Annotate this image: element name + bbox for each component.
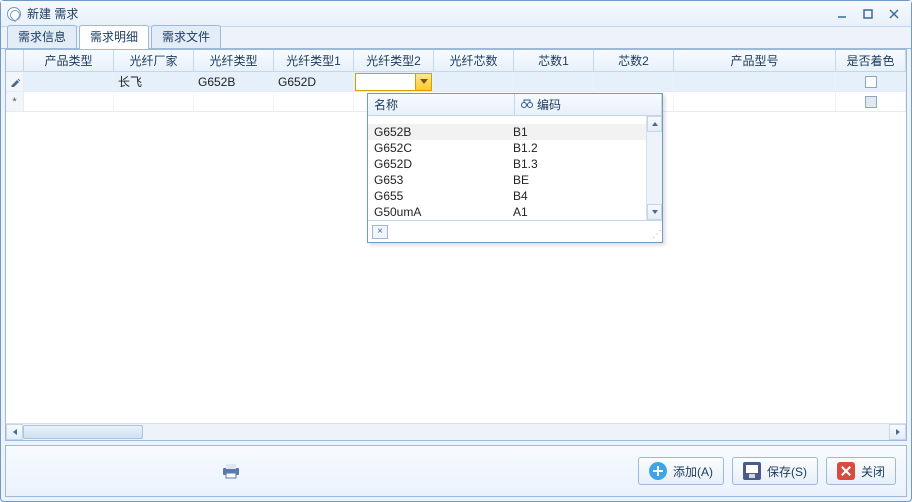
option-code: B1.2 — [507, 140, 646, 156]
close-icon — [837, 462, 855, 480]
grid-header: 产品类型 光纤厂家 光纤类型 光纤类型1 光纤类型2 光纤芯数 芯数1 芯数2 … — [6, 50, 906, 72]
option-name: G655 — [368, 188, 507, 204]
save-icon — [743, 462, 761, 480]
cell-fiber-type1[interactable] — [274, 92, 354, 111]
col-header-model[interactable]: 产品型号 — [674, 50, 836, 71]
row-indicator-new-icon: * — [6, 92, 24, 111]
option-name: G652C — [368, 140, 507, 156]
dropdown-option[interactable]: G652CB1.2 — [368, 140, 646, 156]
tab-strip: 需求信息 需求明细 需求文件 — [1, 27, 911, 49]
dropdown-close-button[interactable]: × — [372, 225, 388, 239]
grid-panel: 产品类型 光纤厂家 光纤类型 光纤类型1 光纤类型2 光纤芯数 芯数1 芯数2 … — [5, 49, 907, 441]
cell-fiber-cores[interactable] — [434, 72, 514, 91]
option-name: G652D — [368, 156, 507, 172]
cell-fiber-maker[interactable] — [114, 92, 194, 111]
col-header-fiber-maker[interactable]: 光纤厂家 — [114, 50, 194, 71]
dropdown-col-code-label: 编码 — [537, 96, 561, 113]
add-button-label: 添加(A) — [673, 463, 713, 480]
dropdown-option[interactable]: G655B4 — [368, 188, 646, 204]
colored-checkbox[interactable] — [865, 96, 877, 108]
app-icon — [7, 7, 21, 21]
option-code: BE — [507, 172, 646, 188]
scroll-down-button[interactable] — [647, 204, 662, 220]
cell-fiber-maker[interactable]: 长飞 — [114, 72, 194, 91]
dropdown-option[interactable]: G652DB1.3 — [368, 156, 646, 172]
tab-info[interactable]: 需求信息 — [7, 25, 77, 48]
dropdown-header: 名称 编码 — [368, 94, 662, 116]
fiber-type2-dropdown-editor[interactable] — [355, 73, 432, 91]
close-button[interactable]: 关闭 — [826, 457, 896, 485]
binoculars-icon — [521, 98, 533, 112]
title-bar: 新建 需求 — [1, 1, 911, 27]
option-code: B4 — [507, 188, 646, 204]
cell-fiber-type[interactable]: G652B — [194, 72, 274, 91]
fiber-type2-dropdown-button[interactable] — [415, 74, 431, 90]
option-name: G50umA — [368, 204, 507, 220]
option-name: G653 — [368, 172, 507, 188]
save-button-label: 保存(S) — [767, 463, 807, 480]
col-header-fiber-type1[interactable]: 光纤类型1 — [274, 50, 354, 71]
colored-checkbox[interactable] — [865, 76, 877, 88]
option-code: A1 — [507, 204, 646, 220]
plus-icon — [649, 462, 667, 480]
row-indicator-header — [6, 50, 24, 71]
row-indicator-editing-icon — [6, 72, 24, 91]
dropdown-list[interactable]: G652BB1 G652CB1.2 G652DB1.3 G653BE G655B… — [368, 116, 662, 220]
cell-cores2[interactable] — [594, 72, 674, 91]
table-row[interactable]: 长飞 G652B G652D — [6, 72, 906, 92]
dropdown-col-name-label: 名称 — [374, 96, 398, 113]
cell-product-type[interactable] — [24, 92, 114, 111]
dropdown-option[interactable]: G652BB1 — [368, 124, 646, 140]
dropdown-option[interactable]: G653BE — [368, 172, 646, 188]
cell-colored[interactable] — [836, 92, 906, 111]
cell-model[interactable] — [674, 72, 836, 91]
col-header-product-type[interactable]: 产品类型 — [24, 50, 114, 71]
col-header-cores2[interactable]: 芯数2 — [594, 50, 674, 71]
dropdown-option[interactable]: G50umAA1 — [368, 204, 646, 220]
cell-product-type[interactable] — [24, 72, 114, 91]
cell-model[interactable] — [674, 92, 836, 111]
window-title: 新建 需求 — [27, 5, 827, 22]
footer-bar: 添加(A) 保存(S) 关闭 — [5, 445, 907, 497]
cell-fiber-type1[interactable]: G652D — [274, 72, 354, 91]
option-name: G652B — [368, 124, 507, 140]
scroll-track[interactable] — [647, 132, 662, 204]
col-header-fiber-type[interactable]: 光纤类型 — [194, 50, 274, 71]
col-header-fiber-cores[interactable]: 光纤芯数 — [434, 50, 514, 71]
option-code: B1 — [507, 124, 646, 140]
resize-grip-icon[interactable]: ⋰ — [652, 229, 660, 240]
scroll-left-button[interactable] — [6, 424, 23, 440]
col-header-colored[interactable]: 是否着色 — [836, 50, 906, 71]
maximize-button[interactable] — [857, 6, 879, 22]
tab-files[interactable]: 需求文件 — [151, 25, 221, 48]
option-code: B1.3 — [507, 156, 646, 172]
col-header-fiber-type2[interactable]: 光纤类型2 — [354, 50, 434, 71]
grid-horizontal-scrollbar[interactable] — [6, 423, 906, 440]
minimize-button[interactable] — [831, 6, 853, 22]
cell-fiber-type2[interactable] — [354, 72, 434, 91]
fiber-type2-input[interactable] — [356, 74, 415, 90]
save-button[interactable]: 保存(S) — [732, 457, 818, 485]
print-icon[interactable] — [220, 462, 242, 480]
fiber-type2-dropdown-popup[interactable]: 名称 编码 G652BB1 G652CB1.2 G652DB1.3 G653BE… — [367, 93, 663, 243]
dropdown-footer: × ⋰ — [368, 220, 662, 242]
scroll-right-button[interactable] — [889, 424, 906, 440]
close-button-label: 关闭 — [861, 463, 885, 480]
scroll-track[interactable] — [23, 424, 889, 440]
close-window-button[interactable] — [883, 6, 905, 22]
add-button[interactable]: 添加(A) — [638, 457, 724, 485]
col-header-cores1[interactable]: 芯数1 — [514, 50, 594, 71]
cell-cores1[interactable] — [514, 72, 594, 91]
cell-fiber-type[interactable] — [194, 92, 274, 111]
tab-detail[interactable]: 需求明细 — [79, 25, 149, 49]
chevron-down-icon — [420, 79, 428, 85]
scroll-thumb[interactable] — [23, 425, 143, 439]
dropdown-scrollbar[interactable] — [646, 116, 662, 220]
dropdown-col-code[interactable]: 编码 — [515, 94, 662, 115]
cell-colored[interactable] — [836, 72, 906, 91]
dropdown-col-name[interactable]: 名称 — [368, 94, 515, 115]
scroll-up-button[interactable] — [647, 116, 662, 132]
